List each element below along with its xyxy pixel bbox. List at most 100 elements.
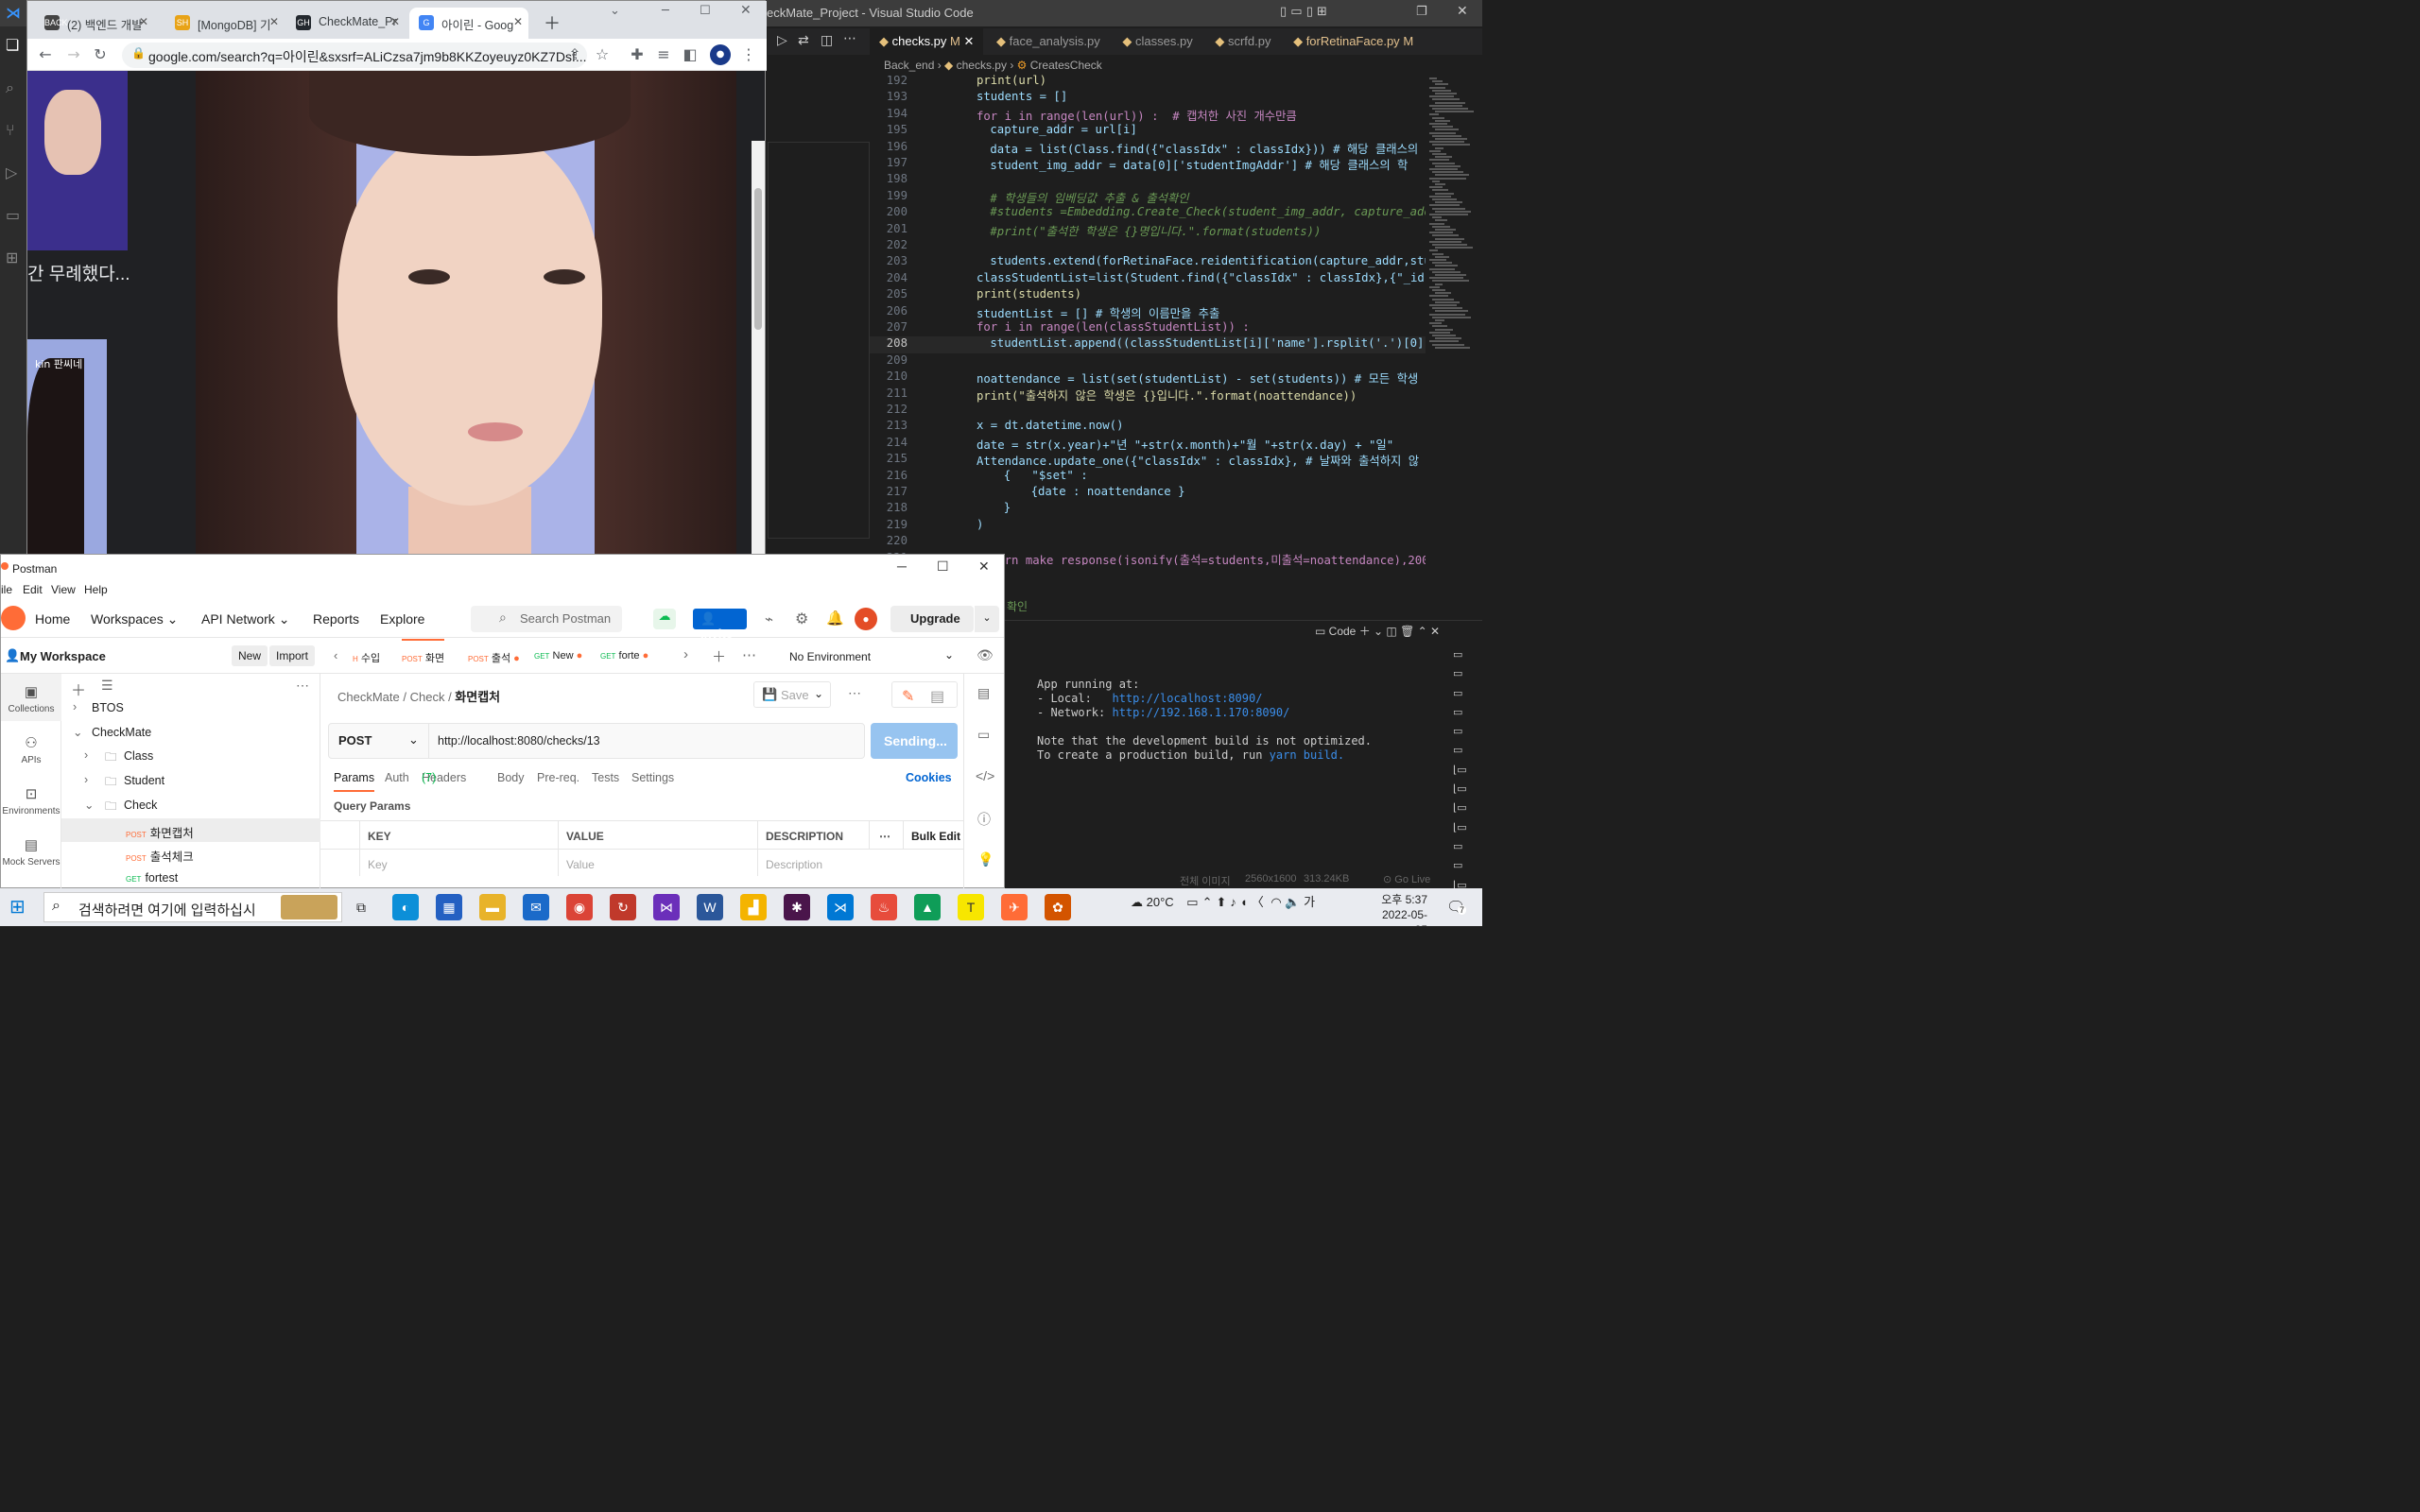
profile-avatar[interactable]: ● [710, 44, 731, 65]
language-icon[interactable]: 가 [1304, 895, 1315, 909]
value-input[interactable]: Value [559, 849, 758, 876]
media-icon[interactable]: ≡ [653, 44, 674, 65]
drive-icon[interactable]: ▲ [914, 894, 941, 920]
sidebar-item-collections[interactable]: ▣ Collections [1, 674, 61, 721]
run-icon[interactable]: ▷ [777, 33, 787, 48]
invite-button[interactable]: 👤 Invite [693, 609, 747, 641]
request-tab[interactable]: H 수입 [353, 650, 380, 665]
panel-label[interactable]: ▭ Code ＋ ⌄ ◫ 🗑 ⌃ ✕ [1315, 623, 1440, 639]
filter-icon[interactable]: ☰ [101, 678, 113, 694]
bookmark-star-icon[interactable]: ☆ [592, 44, 613, 65]
code-line[interactable]: 215 Attendance.update_one({"classIdx" : c… [870, 452, 1427, 468]
file-explorer-icon[interactable]: ▬ [479, 894, 506, 920]
code-line[interactable]: 192 print(url) [870, 74, 1427, 90]
eye-icon[interactable]: 👁 [977, 647, 994, 663]
tab-face-analysis-py[interactable]: ◆ face_analysis.py [987, 28, 1110, 55]
menu-item[interactable]: ile [1, 583, 12, 596]
maximize-icon[interactable]: ☐ [700, 4, 711, 18]
upgrade-dropdown-icon[interactable]: ⌄ [975, 606, 999, 632]
tree-item[interactable]: › BTOS [61, 696, 320, 720]
sidebar-item-apis[interactable]: ⚇ APIs [1, 727, 61, 765]
close-tab-icon[interactable]: ✕ [139, 15, 148, 28]
bulk-edit-button[interactable]: Bulk Edit [904, 821, 963, 849]
code-editor[interactable]: 192 print(url) 193 students = [] 194 for i in… [870, 74, 1427, 565]
code-line[interactable]: 214 date = str(x.year)+"년 "+str(x.month)+… [870, 436, 1427, 452]
code-line[interactable]: 194 for i in range(len(url)) : # 캡처한 사진 개… [870, 107, 1427, 123]
code-line[interactable]: 196 data = list(Class.find({"classIdx" : … [870, 140, 1427, 156]
more-icon[interactable]: ⋯ [296, 678, 309, 694]
paint-icon[interactable]: ✿ [1045, 894, 1071, 920]
code-line[interactable]: 204 classStudentList=list(Student.find({"… [870, 271, 1427, 287]
documentation-icon[interactable]: ▤ [977, 685, 990, 701]
search-icon[interactable]: ⌕ [6, 78, 14, 97]
code-line[interactable]: 213 x = dt.datetime.now() [870, 419, 1427, 435]
tree-item[interactable]: ⌄ CheckMate [61, 721, 320, 745]
browser-tab[interactable]: BACK (2) 백엔드 개발 ✕ [35, 8, 154, 39]
image-thumbnail[interactable]: kin 판씨네 [27, 339, 107, 555]
menu-item[interactable]: Edit [23, 583, 43, 596]
code-line[interactable]: 211 print("출석하지 않은 학생은 {}입니다.".format(noa… [870, 387, 1427, 403]
close-icon[interactable]: ✕ [1457, 4, 1468, 19]
postman-logo-icon[interactable] [1, 606, 26, 630]
clock[interactable]: 오후 5:37 2022-05-25 [1374, 892, 1427, 926]
notification-bell-icon[interactable]: 🔔 [826, 610, 844, 627]
view-toggle[interactable]: ✎ ▤ [891, 681, 958, 708]
go-live-button[interactable]: ⊙ Go Live [1383, 873, 1430, 885]
sticky-notes-icon[interactable]: ▟ [740, 894, 767, 920]
request-tab[interactable]: GET forte ● [600, 650, 648, 662]
environment-selector[interactable]: No Environment ⌄ 👁 [774, 639, 1004, 674]
tab-body[interactable]: Body [497, 771, 525, 784]
comments-icon[interactable]: ▭ [977, 727, 990, 743]
code-line[interactable]: 217 {date : noattendance } [870, 485, 1427, 501]
tree-item[interactable]: › 🗀 Student [61, 769, 320, 793]
settings-gear-icon[interactable]: ⚙ [795, 610, 808, 628]
browser-tab[interactable]: GH CheckMate_Pr ✕ [286, 8, 406, 39]
back-icon[interactable]: ← [35, 44, 56, 65]
nav-reports[interactable]: Reports [313, 611, 359, 627]
word-icon[interactable]: W [697, 894, 723, 920]
tab-tests[interactable]: Tests [592, 771, 619, 784]
breadcrumb-file[interactable]: checks.py [957, 59, 1007, 72]
new-button[interactable]: New [232, 645, 268, 666]
image-thumbnail[interactable] [27, 71, 128, 250]
page-scrollbar[interactable] [752, 141, 765, 555]
browser-tab[interactable]: SH [MongoDB] 기 ✕ [165, 8, 285, 39]
sidebar-item-mock-servers[interactable]: ▤ Mock Servers [1, 829, 61, 868]
more-icon[interactable]: ⋯ [870, 821, 904, 849]
nav-workspaces[interactable]: Workspaces ⌄ [91, 611, 178, 627]
menu-item[interactable]: Help [84, 583, 108, 596]
close-tab-icon[interactable]: ✕ [269, 15, 279, 28]
tabs-scroll-right-icon[interactable]: › [683, 646, 688, 662]
code-line[interactable]: 218} [870, 501, 1427, 517]
avatar[interactable]: ● [855, 608, 877, 630]
tree-item[interactable]: POST 화면캡처 [61, 817, 320, 842]
nav-api-network[interactable]: API Network ⌄ [201, 611, 289, 627]
layout-icons[interactable]: ▯ ▭ ▯ ⊞ [1280, 5, 1327, 19]
remote-icon[interactable]: ▭ [6, 206, 20, 224]
code-line[interactable]: 205 print(students) [870, 287, 1427, 303]
minimap[interactable] [1426, 74, 1474, 565]
more-icon[interactable]: ⋯ [848, 685, 861, 701]
weather-icon[interactable]: ☁ [1131, 895, 1143, 909]
satellite-icon[interactable]: ⌁ [765, 610, 773, 627]
info-icon[interactable]: ⓘ [977, 810, 991, 829]
menu-item[interactable]: View [51, 583, 76, 596]
side-panel-icon[interactable]: ◧ [680, 44, 700, 65]
tree-item[interactable]: GET fortest [61, 867, 320, 890]
network-icon[interactable]: ◠ [1270, 895, 1281, 909]
tab-pre-request[interactable]: Pre-req. [537, 771, 579, 784]
save-dropdown-icon[interactable]: ⌄ [814, 687, 823, 700]
code-line[interactable]: 198 [870, 172, 1427, 188]
code-line[interactable]: 200 #students =Embedding.Create_Check(stu… [870, 205, 1427, 221]
close-tab-icon[interactable]: ✕ [390, 15, 400, 28]
tab-checks-py[interactable]: ◆ checks.py M ✕ [870, 28, 984, 55]
scrollbar-thumb[interactable] [754, 188, 762, 330]
thumbnail-caption[interactable]: 간 무례했다... [27, 260, 130, 285]
code-line[interactable]: 197 student_img_addr = data[0]['studentIm… [870, 156, 1427, 172]
mail-icon[interactable]: ✉ [523, 894, 549, 920]
terminal-list[interactable]: ▭ ▭ ▭ ▭ ▭ ▭ ⌊▭ ⌊▭ ⌊▭ ⌊▭ ▭ ▭ ⌊▭ [1453, 645, 1472, 895]
code-line[interactable]: 220 [870, 534, 1427, 550]
network-url-link[interactable]: http://192.168.1.170:8090/ [1112, 706, 1289, 719]
code-line[interactable]: 193 students = [] [870, 90, 1427, 106]
store-icon[interactable]: ▦ [436, 894, 462, 920]
